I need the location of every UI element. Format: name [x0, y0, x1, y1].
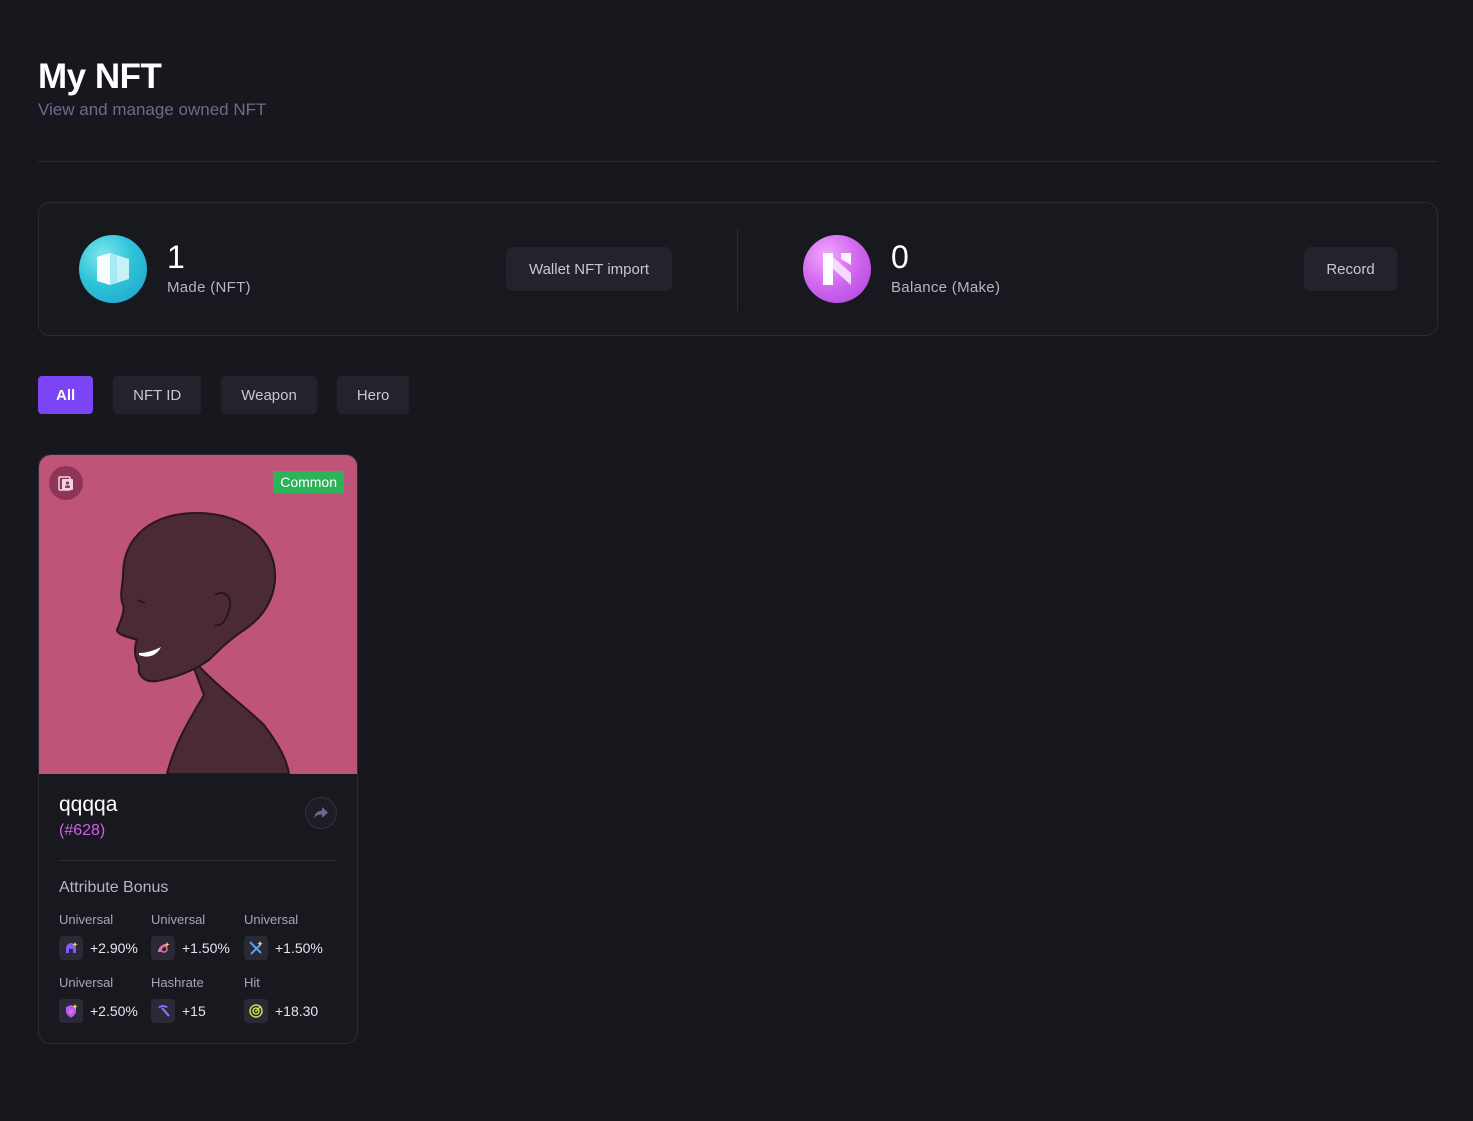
helmet-icon — [59, 936, 83, 960]
attribute-item: Hashrate +15 — [151, 975, 243, 1023]
tab-all[interactable]: All — [38, 376, 94, 414]
tab-weapon[interactable]: Weapon — [221, 376, 317, 414]
nft-id: (#628) — [59, 822, 106, 839]
attribute-label: Universal — [244, 912, 299, 927]
rarity-badge: Common — [273, 471, 344, 493]
attribute-item: Universal +2.50% — [59, 975, 151, 1023]
wallet-nft-import-button[interactable]: Wallet NFT import — [506, 247, 672, 291]
attribute-bonus-title: Attribute Bonus — [59, 879, 169, 896]
attribute-value: +1.50% — [275, 940, 323, 956]
attribute-item: Universal +1.50% — [244, 912, 336, 960]
card-divider — [59, 860, 337, 861]
shield-heart-icon — [59, 999, 83, 1023]
page-subtitle: View and manage owned NFT — [38, 100, 267, 119]
attribute-label: Universal — [59, 975, 114, 990]
pickaxe-icon — [151, 999, 175, 1023]
attribute-label: Hit — [244, 975, 260, 990]
hero-silhouette-image — [115, 511, 291, 774]
attribute-value: +2.50% — [90, 1003, 138, 1019]
target-icon — [244, 999, 268, 1023]
attribute-label: Universal — [59, 912, 114, 927]
header-divider — [38, 161, 1438, 162]
stats-separator — [737, 229, 738, 311]
nft-type-icon — [49, 466, 83, 500]
attribute-value: +18.30 — [275, 1003, 319, 1019]
make-balance-label: Balance (Make) — [891, 279, 1001, 296]
nft-name: qqqqa — [59, 793, 118, 816]
make-token-coin-icon — [803, 235, 871, 303]
tab-hero[interactable]: Hero — [336, 376, 410, 414]
share-arrow-icon — [314, 807, 328, 819]
boot-icon — [151, 936, 175, 960]
page-header: My NFT View and manage owned NFT — [38, 58, 266, 120]
attribute-item: Hit +18.30 — [244, 975, 336, 1023]
page-title: My NFT — [38, 57, 162, 96]
share-button[interactable] — [305, 797, 337, 829]
nft-count-value: 1 — [167, 239, 185, 275]
tab-nft-id[interactable]: NFT ID — [113, 376, 202, 414]
attribute-item: Universal +2.90% — [59, 912, 151, 960]
attribute-value: +1.50% — [182, 940, 230, 956]
make-balance-value: 0 — [891, 239, 909, 275]
attribute-label: Universal — [151, 912, 206, 927]
filter-tabs: All NFT ID Weapon Hero — [38, 376, 410, 414]
crossed-swords-icon — [244, 936, 268, 960]
nft-count-label: Made (NFT) — [167, 279, 251, 296]
attribute-value: +15 — [182, 1003, 206, 1019]
attribute-label: Hashrate — [151, 975, 204, 990]
attribute-value: +2.90% — [90, 940, 138, 956]
stats-panel: 1 Made (NFT) Wallet NFT import 0 Balance… — [38, 202, 1438, 336]
nft-image[interactable]: Common — [39, 455, 357, 774]
record-button[interactable]: Record — [1304, 247, 1397, 291]
nft-card[interactable]: Common qqqqa (#628) Attribute Bonus Univ… — [38, 454, 358, 1044]
make-nft-coin-icon — [79, 235, 147, 303]
attribute-item: Universal +1.50% — [151, 912, 243, 960]
